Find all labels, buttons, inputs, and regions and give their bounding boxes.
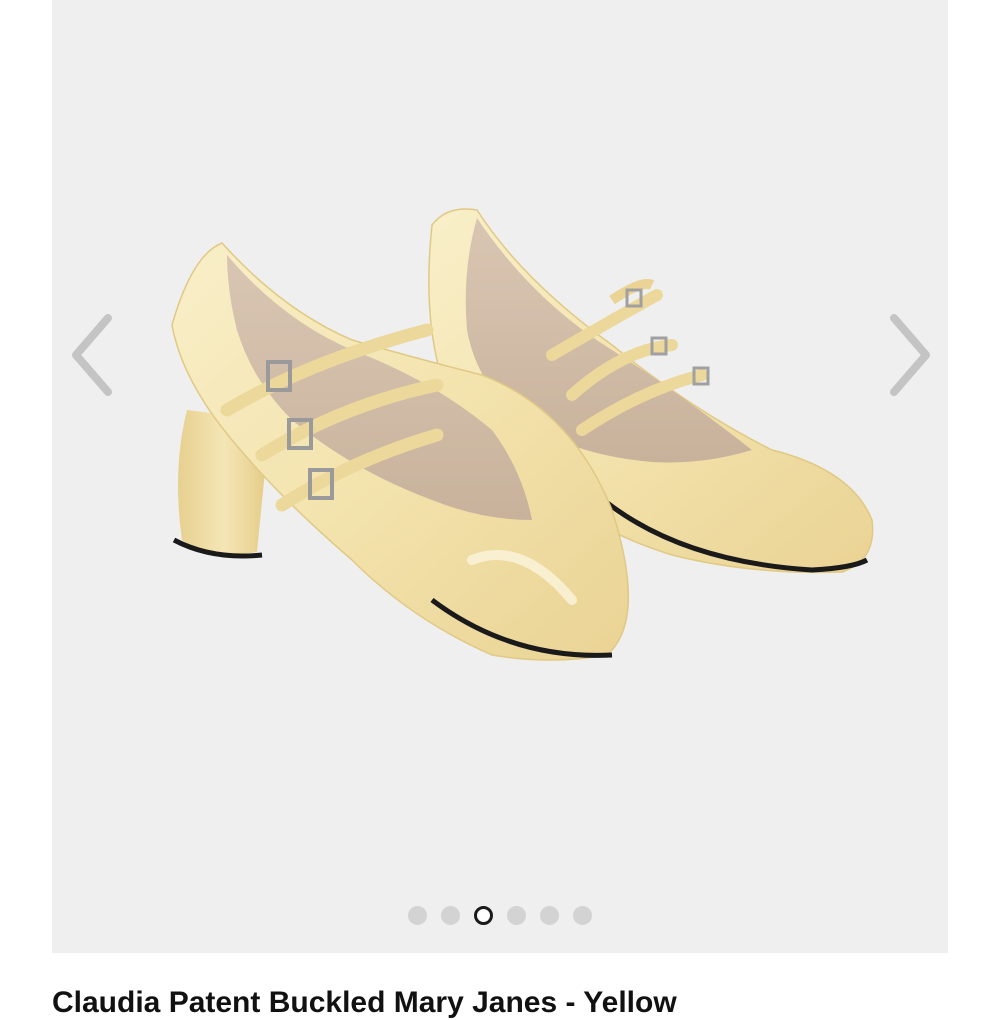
- carousel-dot[interactable]: [441, 906, 460, 925]
- next-image-button[interactable]: [880, 310, 940, 400]
- previous-image-button[interactable]: [62, 310, 122, 400]
- product-title: Claudia Patent Buckled Mary Janes - Yell…: [52, 986, 677, 1019]
- chevron-left-icon: [72, 314, 112, 396]
- carousel-dot[interactable]: [540, 906, 559, 925]
- carousel-indicators: [0, 906, 1000, 925]
- chevron-right-icon: [890, 314, 930, 396]
- carousel-dot[interactable]: [408, 906, 427, 925]
- product-image: [171, 208, 874, 661]
- carousel-dot[interactable]: [573, 906, 592, 925]
- carousel-dot-active[interactable]: [474, 906, 493, 925]
- product-image-gallery: [52, 0, 948, 953]
- carousel-dot[interactable]: [507, 906, 526, 925]
